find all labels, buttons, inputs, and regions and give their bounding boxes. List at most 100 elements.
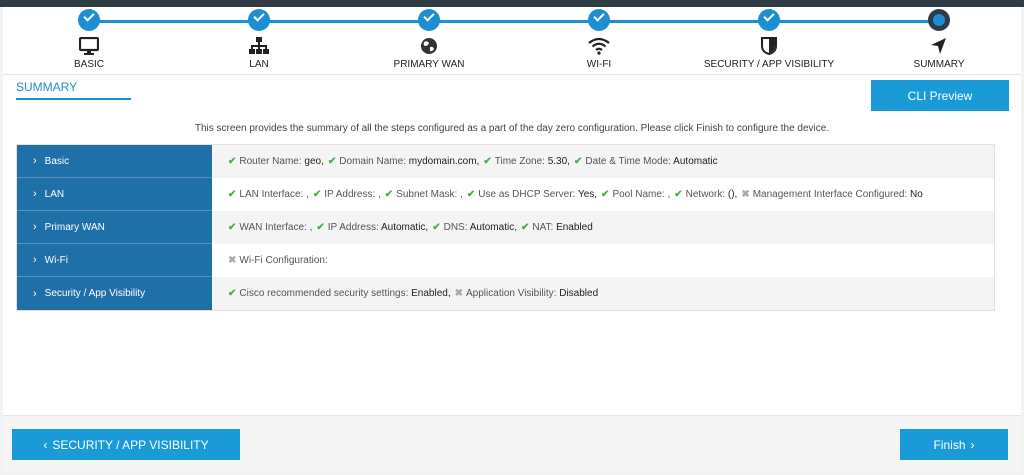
summary-item: ✔ Subnet Mask: , <box>385 189 463 200</box>
summary-item-label: Router Name: <box>239 156 302 167</box>
wifi-icon <box>588 36 610 56</box>
summary-row-lan: › LAN ✔ LAN Interface: , ✔ IP Address: , ✔ Su… <box>17 178 994 211</box>
row-header-security[interactable]: › Security / App Visibility <box>17 277 212 310</box>
cross-icon: ✖ <box>454 288 464 299</box>
step-lan[interactable]: LAN <box>174 9 344 70</box>
summary-item-label: Application Visibility: <box>466 288 557 299</box>
summary-item-value: Automatic <box>670 156 718 167</box>
summary-table: › Basic ✔ Router Name: geo, ✔ Domain Name: … <box>16 144 995 311</box>
check-icon: ✔ <box>228 222 237 233</box>
check-icon: ✔ <box>466 189 476 200</box>
summary-item-value: Yes, <box>575 189 598 200</box>
summary-item-label: Management Interface Configured: <box>752 189 908 200</box>
finish-button[interactable]: Finish › <box>900 429 1008 460</box>
chevron-right-icon: › <box>970 437 975 452</box>
check-icon: ✔ <box>312 189 322 200</box>
step-label: SECURITY / APP VISIBILITY <box>703 59 835 70</box>
summary-row-security: › Security / App Visibility ✔ Cisco recom… <box>17 277 994 310</box>
summary-item-label: DNS: <box>443 222 468 233</box>
summary-item: ✔ Pool Name: , <box>601 189 670 200</box>
summary-item: ✔ IP Address: Automatic, <box>316 222 428 233</box>
summary-item-label: NAT: <box>532 222 554 233</box>
summary-item-label: WAN Interface: , <box>239 222 313 233</box>
wizard-stepper: BASIC LAN PRIMARY WAN WI-FI SECURITY / A… <box>3 7 1021 75</box>
summary-item-label: Network: <box>685 189 726 200</box>
back-button[interactable]: ‹ SECURITY / APP VISIBILITY <box>12 429 240 460</box>
row-title: Basic <box>44 155 70 167</box>
step-complete-indicator <box>78 9 100 31</box>
summary-item-label: Date & Time Mode: <box>585 156 671 167</box>
summary-item: ✔ Network: (), <box>674 189 737 200</box>
summary-item-label: LAN Interface: , <box>239 189 309 200</box>
check-icon <box>423 10 435 22</box>
row-details: ✔ Router Name: geo, ✔ Domain Name: mydomain… <box>212 145 994 178</box>
summary-item-value: Disabled <box>556 288 599 299</box>
summary-item-label: Use as DHCP Server: <box>478 189 576 200</box>
page-title: SUMMARY <box>16 80 78 94</box>
summary-item: ✔ WAN Interface: , <box>228 222 312 233</box>
step-complete-indicator <box>758 9 780 31</box>
check-icon: ✔ <box>432 222 441 233</box>
step-summary[interactable]: SUMMARY <box>854 9 1024 70</box>
chevron-right-icon: › <box>33 254 37 266</box>
row-title: LAN <box>44 188 65 200</box>
check-icon <box>763 10 775 22</box>
summary-row-wifi: › Wi-Fi ✖ Wi-Fi Configuration: <box>17 244 994 277</box>
summary-item-value: mydomain.com, <box>405 156 480 167</box>
summary-row-primary-wan: › Primary WAN ✔ WAN Interface: , ✔ IP Addre… <box>17 211 994 244</box>
summary-item: ✔ Time Zone: 5.30, <box>483 156 570 167</box>
summary-item: ✔ DNS: Automatic, <box>432 222 517 233</box>
check-icon: ✔ <box>520 222 530 233</box>
row-header-primary-wan[interactable]: › Primary WAN <box>17 211 212 244</box>
row-title: Security / App Visibility <box>44 288 146 299</box>
wizard-frame: BASIC LAN PRIMARY WAN WI-FI SECURITY / A… <box>3 7 1021 472</box>
summary-item-label: Time Zone: <box>494 156 545 167</box>
summary-item-label: Wi-Fi Configuration: <box>239 255 328 266</box>
check-icon <box>253 10 265 22</box>
summary-item-label: IP Address: , <box>324 189 381 200</box>
check-icon: ✔ <box>316 222 325 233</box>
check-icon: ✔ <box>573 156 583 167</box>
step-wifi[interactable]: WI-FI <box>514 9 684 70</box>
row-details: ✔ Cisco recommended security settings: En… <box>212 277 994 310</box>
summary-item: ✖ Application Visibility: Disabled <box>455 288 599 299</box>
summary-item-value: Enabled <box>553 222 593 233</box>
summary-item-value: Automatic, <box>378 222 429 233</box>
network-icon <box>248 36 270 56</box>
step-basic[interactable]: BASIC <box>4 9 174 70</box>
summary-item-value: geo, <box>301 156 324 167</box>
summary-item-label: Domain Name: <box>339 156 406 167</box>
navigation-arrow-icon <box>928 36 950 56</box>
current-dot-icon <box>933 14 945 26</box>
check-icon <box>593 10 605 22</box>
intro-text: This screen provides the summary of all … <box>194 123 830 134</box>
row-header-wifi[interactable]: › Wi-Fi <box>17 244 212 277</box>
cross-icon: ✖ <box>741 189 750 200</box>
check-icon: ✔ <box>601 189 610 200</box>
row-details: ✔ LAN Interface: , ✔ IP Address: , ✔ Subnet M… <box>212 178 994 211</box>
chevron-right-icon: › <box>33 188 37 200</box>
chevron-right-icon: › <box>33 221 37 233</box>
check-icon <box>83 10 95 22</box>
summary-item: ✔ Domain Name: mydomain.com, <box>328 156 479 167</box>
wizard-footer: ‹ SECURITY / APP VISIBILITY Finish › <box>3 415 1021 472</box>
top-bar <box>0 0 1024 7</box>
step-security-app-visibility[interactable]: SECURITY / APP VISIBILITY <box>684 9 854 70</box>
cli-preview-button[interactable]: CLI Preview <box>871 80 1009 111</box>
row-title: Primary WAN <box>44 221 105 233</box>
summary-item-label: Pool Name: , <box>612 189 671 200</box>
check-icon: ✔ <box>228 189 237 200</box>
step-label: LAN <box>249 59 269 70</box>
step-complete-indicator <box>248 9 270 31</box>
summary-item-label: Subnet Mask: , <box>396 189 463 200</box>
title-underline <box>16 98 131 100</box>
step-label: WI-FI <box>586 59 612 70</box>
check-icon: ✔ <box>674 189 683 200</box>
step-complete-indicator <box>588 9 610 31</box>
row-header-basic[interactable]: › Basic <box>17 145 212 178</box>
step-primary-wan[interactable]: PRIMARY WAN <box>344 9 514 70</box>
step-label: BASIC <box>73 59 104 70</box>
step-label: SUMMARY <box>913 59 965 70</box>
row-header-lan[interactable]: › LAN <box>17 178 212 211</box>
summary-item: ✔ Use as DHCP Server: Yes, <box>467 189 597 200</box>
